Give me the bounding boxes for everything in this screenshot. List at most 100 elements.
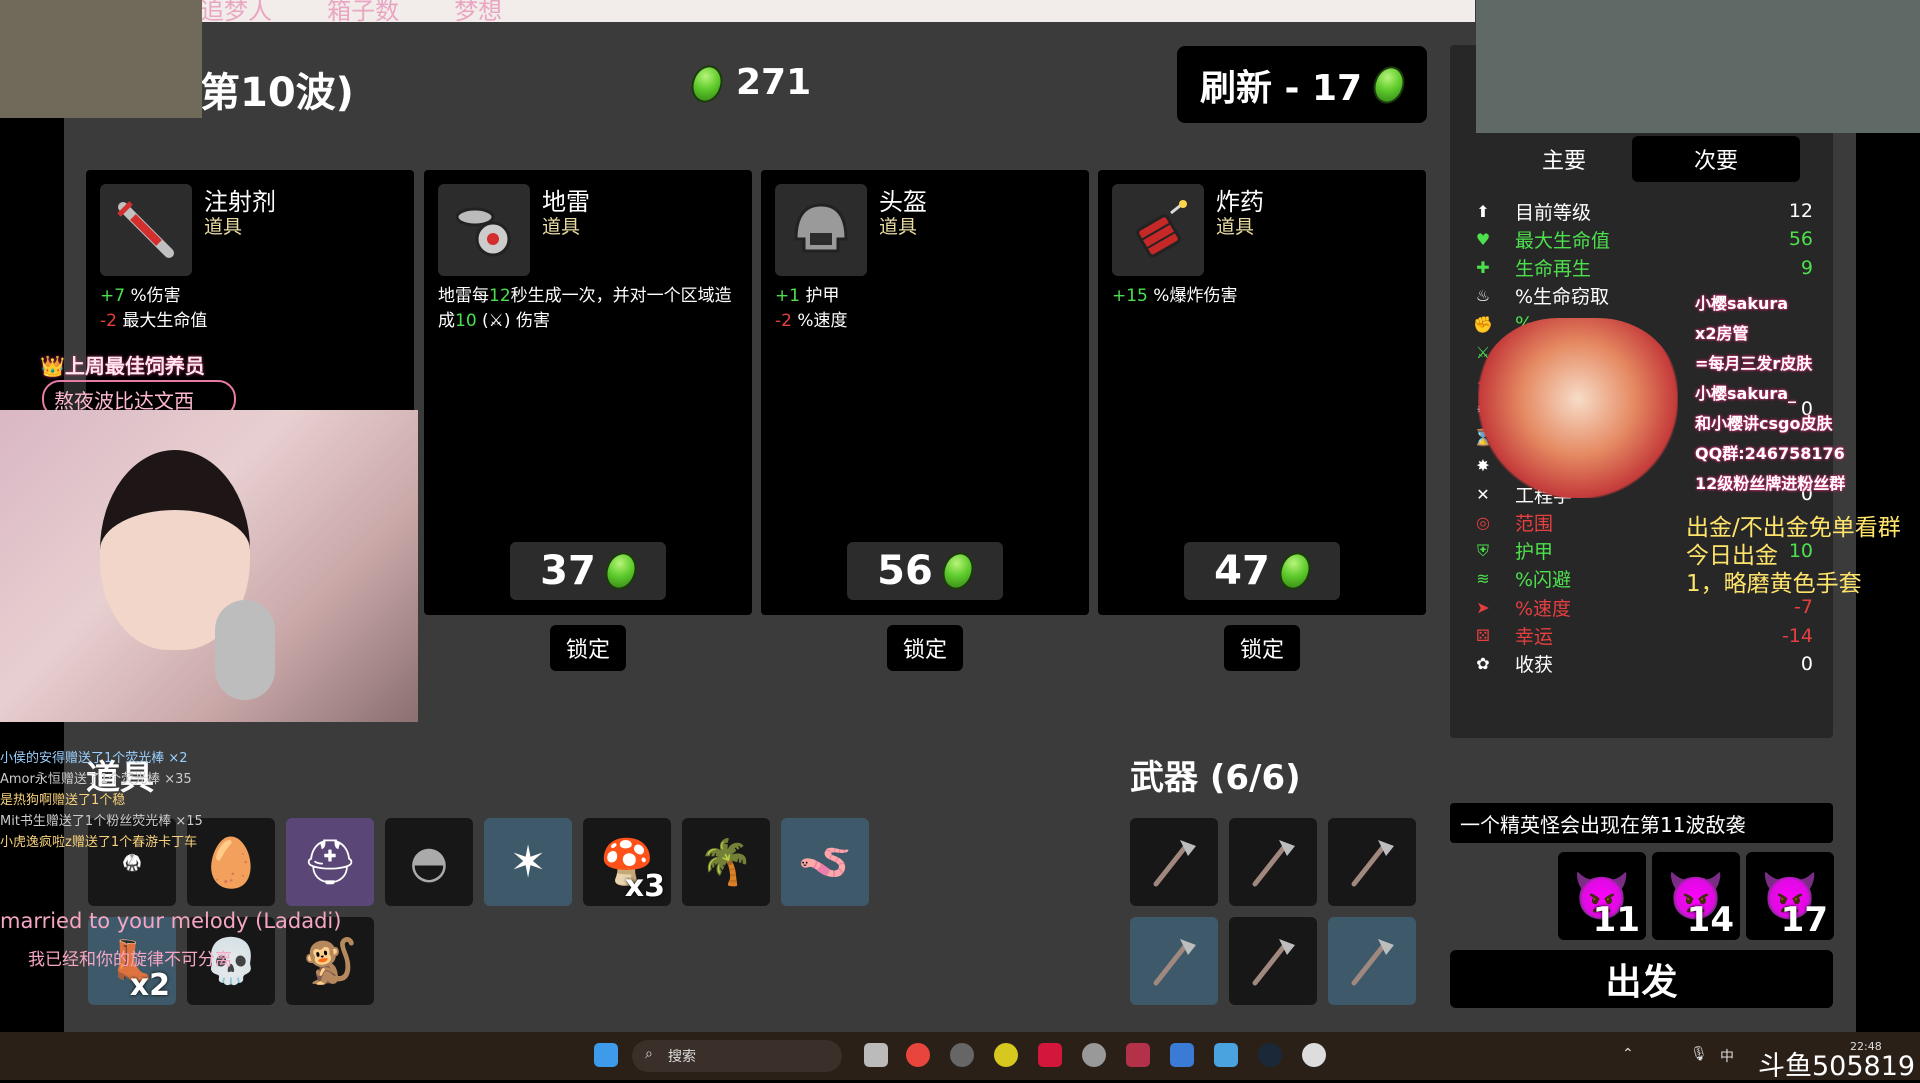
stat-value: 0 xyxy=(1800,652,1813,675)
song-lyric: 我已经和你的旋律不可分离 xyxy=(28,950,232,970)
stat-label: 最大生命值 xyxy=(1515,229,1611,252)
notepad-icon[interactable] xyxy=(1214,1043,1238,1067)
stat-label: 幸运 xyxy=(1515,626,1554,648)
tab-secondary[interactable]: 次要 xyxy=(1632,136,1800,182)
stat-label: 生命再生 xyxy=(1515,258,1592,281)
steam-icon[interactable] xyxy=(1258,1043,1282,1067)
app-icon[interactable] xyxy=(1126,1043,1150,1067)
tab-primary[interactable]: 主要 xyxy=(1480,136,1648,182)
stat-value: 56 xyxy=(1788,228,1813,251)
shop-card-explosive[interactable]: 炸药 道具 +15 %爆炸伤害 47 xyxy=(1098,170,1426,615)
weapon-slot[interactable] xyxy=(1130,818,1218,906)
owned-item-slot[interactable]: 🍄 x3 xyxy=(583,818,671,906)
monkey-icon: 🐒 xyxy=(302,936,358,987)
weapon-slot[interactable] xyxy=(1328,917,1416,1005)
stream-thumbnail-gloves xyxy=(1476,0,1920,133)
strip-label: 梦想 xyxy=(454,0,503,25)
money-value: 271 xyxy=(736,62,812,103)
luck-icon: ⚄ xyxy=(1476,626,1490,645)
regen-icon: ✚ xyxy=(1476,258,1490,278)
refresh-button[interactable]: 刷新 - 17 xyxy=(1177,46,1427,123)
owned-item-slot[interactable]: 🪱 xyxy=(781,818,869,906)
stream-info-overlay: 小樱sakura x2房管 =每月三发r皮肤 小樱sakura_ 和小樱讲csg… xyxy=(1655,290,1920,500)
stat-label: %速度 xyxy=(1515,597,1572,620)
app-icon[interactable] xyxy=(1082,1043,1106,1067)
material-coin-icon xyxy=(937,548,979,594)
stream-thumbnail-gloves xyxy=(0,0,202,118)
netease-music-icon[interactable] xyxy=(1038,1043,1062,1067)
weapon-slot[interactable] xyxy=(1130,917,1218,1005)
taskbar-search[interactable]: 搜索 xyxy=(632,1040,842,1072)
ime-indicator[interactable]: 中 xyxy=(1720,1046,1734,1066)
buy-price-button[interactable]: 47 xyxy=(1184,542,1340,600)
overlay-line: 小樱sakura xyxy=(1695,294,1789,313)
engineering-icon: ✕ xyxy=(1476,484,1490,504)
stat-value: -14 xyxy=(1781,624,1813,647)
buy-price-button[interactable]: 37 xyxy=(510,542,666,600)
brotato-icon[interactable] xyxy=(1302,1043,1326,1067)
owned-item-slot[interactable]: ◓ xyxy=(385,818,473,906)
strip-label: 追梦人 xyxy=(200,0,272,25)
stat-row: ✿ 收获 0 xyxy=(1473,651,1813,677)
chat-line: 是热狗啊赠送了1个稳 xyxy=(0,793,126,808)
material-coin-icon xyxy=(1274,548,1316,594)
helmet-icon: ◓ xyxy=(409,836,449,888)
stat-value: 9 xyxy=(1800,256,1813,279)
syringe-icon xyxy=(100,184,192,276)
item-type: 道具 xyxy=(204,216,243,238)
stat-value: 10 xyxy=(1788,539,1813,562)
elite-wave-marker: 👿 14 xyxy=(1652,852,1740,940)
shop-card-landmine[interactable]: 地雷 道具 地雷每12秒生成一次，并对一个区域造成10 (⚔) 伤害 37 xyxy=(424,170,752,615)
worm-icon: 🪱 xyxy=(797,837,853,888)
axe-icon xyxy=(1351,939,1394,986)
material-coin-icon xyxy=(600,548,642,594)
stat-row: ✚ 生命再生 9 xyxy=(1473,255,1813,281)
chat-feed: 小侯的安得赠送了1个荧光棒 ×2 Amor永恒赠送了1个荧光棒 ×35 是热狗啊… xyxy=(0,748,320,853)
elite-notice: 一个精英怪会出现在第11波敌袭 xyxy=(1450,803,1833,843)
wave-number: 14 xyxy=(1686,900,1734,940)
stream-top-strip: 追梦人 箱子数 梦想 xyxy=(200,0,1475,25)
search-icon: ⌕ xyxy=(645,1046,653,1062)
refresh-label: 刷新 - 17 xyxy=(1199,67,1363,109)
chat-line: 小侯的安得赠送了1个荧光棒 ×2 xyxy=(0,751,188,766)
stat-value: 12 xyxy=(1788,200,1813,222)
weapon-slot[interactable] xyxy=(1229,818,1317,906)
stat-label: 护甲 xyxy=(1515,541,1554,564)
shop-card-helmet[interactable]: 头盔 道具 +1 护甲 -2 %速度 56 xyxy=(761,170,1089,615)
stat-label: 目前等级 xyxy=(1515,201,1592,224)
go-button[interactable]: 出发 xyxy=(1450,950,1833,1008)
app-icon[interactable] xyxy=(1170,1043,1194,1067)
chrome-icon[interactable] xyxy=(906,1043,930,1067)
stream-note: 1，略磨黄色手套 xyxy=(1686,571,1862,597)
elite-wave-marker: 👿 11 xyxy=(1558,852,1646,940)
task-view-icon[interactable] xyxy=(864,1043,888,1067)
webcam-feed xyxy=(0,410,418,722)
weapons-section-title: 武器 (6/6) xyxy=(1130,758,1301,798)
weapon-slot[interactable] xyxy=(1229,917,1317,1005)
weapon-slot[interactable] xyxy=(1328,818,1416,906)
obs-icon[interactable] xyxy=(950,1043,974,1067)
item-effects: +7 %伤害 -2 最大生命值 xyxy=(100,286,208,331)
damage-icon: ✊ xyxy=(1473,314,1493,334)
song-title: married to your melody (Ladadi) xyxy=(0,909,342,933)
owned-item-slot[interactable]: 🌴 xyxy=(682,818,770,906)
lock-button[interactable]: 锁定 xyxy=(1224,625,1300,671)
lock-button[interactable]: 锁定 xyxy=(887,625,963,671)
dodge-icon: ≋ xyxy=(1476,569,1490,589)
item-type: 道具 xyxy=(542,216,581,238)
item-quantity: x2 xyxy=(129,968,170,1003)
windows-start-icon[interactable] xyxy=(594,1043,618,1067)
chat-line: 小虎逸疯啦z赠送了1个春游卡丁车 xyxy=(0,835,198,850)
dynamite-icon xyxy=(1112,184,1204,276)
lock-button[interactable]: 锁定 xyxy=(550,625,626,671)
chevron-up-icon[interactable]: ⌃ xyxy=(1622,1046,1634,1062)
stat-label: %闪避 xyxy=(1515,569,1572,592)
axe-icon xyxy=(1351,840,1394,887)
stat-label: 收获 xyxy=(1515,654,1554,677)
microphone-icon[interactable]: 🎙 xyxy=(1690,1046,1708,1062)
app-icon[interactable] xyxy=(994,1043,1018,1067)
buy-price-button[interactable]: 56 xyxy=(847,542,1003,600)
stat-row: ⬆ 目前等级 12 xyxy=(1473,198,1813,224)
owned-item-slot[interactable]: ✶ xyxy=(484,818,572,906)
item-type: 道具 xyxy=(1216,216,1255,238)
